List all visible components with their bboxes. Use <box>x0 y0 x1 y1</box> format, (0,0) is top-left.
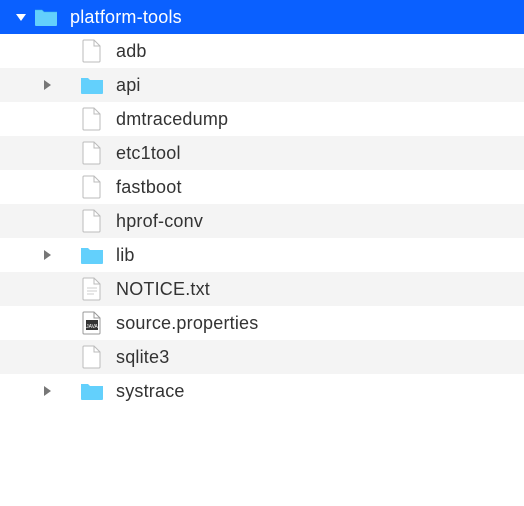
disclosure-spacer <box>60 44 74 58</box>
tree-row[interactable]: fastboot <box>0 170 524 204</box>
tree-item-label: dmtracedump <box>116 109 228 130</box>
disclosure-spacer <box>60 282 74 296</box>
disclosure-triangle-right-icon[interactable] <box>40 384 54 398</box>
tree-row[interactable]: api <box>0 68 524 102</box>
tree-row[interactable]: etc1tool <box>0 136 524 170</box>
disclosure-spacer <box>60 180 74 194</box>
tree-item-label: adb <box>116 41 147 62</box>
folder-icon <box>80 243 104 267</box>
file-icon <box>80 209 104 233</box>
tree-row[interactable]: sqlite3 <box>0 340 524 374</box>
file-tree: platform-tools adb api <box>0 0 524 408</box>
tree-row[interactable]: NOTICE.txt <box>0 272 524 306</box>
tree-item-label: NOTICE.txt <box>116 279 210 300</box>
file-icon <box>80 39 104 63</box>
disclosure-spacer <box>60 214 74 228</box>
file-icon <box>80 345 104 369</box>
disclosure-spacer <box>60 316 74 330</box>
tree-item-label: platform-tools <box>70 7 182 28</box>
tree-item-label: sqlite3 <box>116 347 169 368</box>
java-file-icon: JAVA <box>80 311 104 335</box>
folder-icon <box>80 73 104 97</box>
tree-item-label: source.properties <box>116 313 258 334</box>
disclosure-triangle-down-icon[interactable] <box>14 10 28 24</box>
text-file-icon <box>80 277 104 301</box>
tree-row[interactable]: dmtracedump <box>0 102 524 136</box>
disclosure-triangle-right-icon[interactable] <box>40 78 54 92</box>
folder-icon <box>34 5 58 29</box>
svg-text:JAVA: JAVA <box>86 324 98 330</box>
tree-row[interactable]: hprof-conv <box>0 204 524 238</box>
file-icon <box>80 107 104 131</box>
tree-row-root[interactable]: platform-tools <box>0 0 524 34</box>
tree-item-label: api <box>116 75 141 96</box>
tree-item-label: fastboot <box>116 177 182 198</box>
tree-item-label: etc1tool <box>116 143 181 164</box>
tree-row[interactable]: adb <box>0 34 524 68</box>
file-icon <box>80 175 104 199</box>
disclosure-spacer <box>60 146 74 160</box>
tree-row[interactable]: lib <box>0 238 524 272</box>
tree-item-label: hprof-conv <box>116 211 203 232</box>
tree-item-label: lib <box>116 245 135 266</box>
tree-row[interactable]: JAVA source.properties <box>0 306 524 340</box>
disclosure-triangle-right-icon[interactable] <box>40 248 54 262</box>
folder-icon <box>80 379 104 403</box>
disclosure-spacer <box>60 112 74 126</box>
file-icon <box>80 141 104 165</box>
tree-item-label: systrace <box>116 381 185 402</box>
disclosure-spacer <box>60 350 74 364</box>
tree-row[interactable]: systrace <box>0 374 524 408</box>
